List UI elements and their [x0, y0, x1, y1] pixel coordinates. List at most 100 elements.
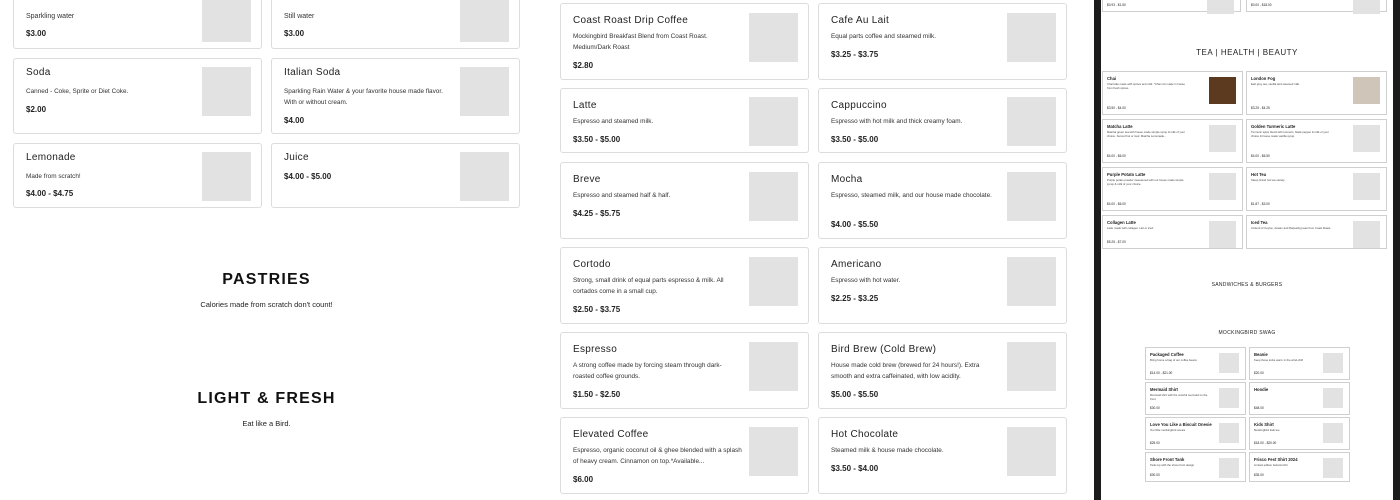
- preview-card-packaged-coffee[interactable]: Packaged Coffee Bring home a bag of our …: [1145, 347, 1246, 380]
- menu-card-cappuccino[interactable]: Cappuccino Espresso with hot milk and th…: [818, 88, 1067, 153]
- preview-card-shore-front-tank[interactable]: Shore Front Tank Tank top with the shore…: [1145, 452, 1246, 482]
- menu-card-juice[interactable]: Juice $4.00 - $5.00: [271, 143, 520, 208]
- menu-card-mocha[interactable]: Mocha Espresso, steamed milk, and our ho…: [818, 162, 1067, 239]
- preview-thumbnail: [1219, 458, 1239, 478]
- preview-thumbnail: [1353, 0, 1380, 14]
- item-title: Bird Brew (Cold Brew): [831, 344, 937, 355]
- section-subtitle-light-fresh: Eat like a Bird.: [242, 419, 291, 428]
- item-description: Espresso and steamed half & half.: [573, 192, 671, 199]
- section-title-light-fresh: LIGHT & FRESH: [197, 390, 336, 407]
- preview-heading-swag: MOCKINGBIRD SWAG: [1218, 330, 1276, 336]
- menu-card-americano[interactable]: Americano Espresso with hot water. $2.25…: [818, 247, 1067, 324]
- preview-title: Love You Like a Biscuit Onesie: [1150, 422, 1212, 427]
- preview-card-london-fog[interactable]: London Fog Earl grey tea, vanilla and st…: [1246, 71, 1387, 115]
- item-thumbnail: [749, 342, 798, 391]
- menu-card-elevated-coffee[interactable]: Elevated Coffee Espresso, organic coconu…: [560, 417, 809, 494]
- preview-card-golden-turmeric-latte[interactable]: Golden Turmeric Latte Turmeric spice ble…: [1246, 119, 1387, 163]
- item-price: $4.00 - $5.50: [831, 220, 879, 229]
- item-title: Cappuccino: [831, 100, 887, 111]
- preview-price: $3.25 - $4.25: [1251, 106, 1270, 110]
- item-price: $4.00 - $5.00: [284, 172, 332, 181]
- menu-card-bird-brew[interactable]: Bird Brew (Cold Brew) House made cold br…: [818, 332, 1067, 409]
- menu-card-italian-soda[interactable]: Italian Soda Sparkling Rain Water & your…: [271, 58, 520, 134]
- preview-card[interactable]: $0.00 - $18.00: [1246, 0, 1387, 14]
- preview-title: Packaged Coffee: [1150, 352, 1184, 357]
- item-title: Soda: [26, 67, 51, 78]
- item-price: $4.00: [284, 116, 305, 125]
- preview-title: Iced Tea: [1251, 220, 1268, 225]
- preview-price: $4.00 - $6.00: [1107, 154, 1126, 158]
- item-title: Elevated Coffee: [573, 429, 649, 440]
- item-description: House made cold brew (brewed for 24 hour…: [831, 362, 980, 380]
- preview-card-collagen-latte[interactable]: Collagen Latte Latte made with collagen.…: [1102, 215, 1243, 249]
- preview-card-onesie[interactable]: Love You Like a Biscuit Onesie Our littl…: [1145, 417, 1246, 450]
- item-price: $2.80: [573, 61, 594, 70]
- preview-card-matcha-latte[interactable]: Matcha Latte Matcha green tea with house…: [1102, 119, 1243, 163]
- item-description: A strong coffee made by forcing steam th…: [573, 362, 722, 380]
- preview-card-purple-potato-latte[interactable]: Purple Potato Latte Purple potato powder…: [1102, 167, 1243, 211]
- item-price: $3.50 - $5.00: [831, 135, 879, 144]
- preview-page: $0.93 - $1.50 $0.00 - $18.00 TEA | HEALT…: [1101, 0, 1393, 500]
- menu-card-coast-roast-drip[interactable]: Coast Roast Drip Coffee Mockingbird Brea…: [560, 3, 809, 80]
- preview-card-iced-tea[interactable]: Iced Tea A blend of Ceylon, Assam and Da…: [1246, 215, 1387, 249]
- menu-card-soda[interactable]: Soda Canned - Coke, Sprite or Diet Coke.…: [13, 58, 262, 134]
- menu-card-cortodo[interactable]: Cortodo Strong, small drink of equal par…: [560, 247, 809, 324]
- item-title: Latte: [573, 100, 597, 111]
- item-title: Cortodo: [573, 259, 611, 270]
- item-title: Sparkling water: [26, 13, 75, 20]
- preview-description: Keep those locks warm in the wind-chill: [1254, 358, 1303, 362]
- preview-title: Beanie: [1254, 352, 1268, 357]
- preview-description: Tank top with the shore front design: [1150, 463, 1195, 467]
- item-title: Cafe Au Lait: [831, 15, 890, 26]
- preview-price: $30.00: [1150, 473, 1160, 477]
- preview-description: Our little mockingbird onesie: [1150, 428, 1186, 432]
- section-subtitle-pastries: Calories made from scratch don't count!: [200, 300, 333, 309]
- preview-thumbnail: [1219, 423, 1239, 443]
- item-price: $2.25 - $3.25: [831, 294, 879, 303]
- menu-card-latte[interactable]: Latte Espresso and steamed milk. $3.50 -…: [560, 88, 809, 153]
- item-thumbnail: [202, 67, 251, 116]
- item-price: $3.50 - $4.00: [831, 464, 879, 473]
- preview-thumbnail: [1323, 458, 1343, 478]
- item-price: $3.00: [284, 29, 305, 38]
- item-price: $1.50 - $2.50: [573, 390, 621, 399]
- preview-card-hoodie[interactable]: Hoodie $48.00: [1249, 382, 1350, 415]
- menu-card-breve[interactable]: Breve Espresso and steamed half & half. …: [560, 162, 809, 239]
- item-title: Still water: [284, 13, 315, 20]
- preview-description: Chai latte made with spices and milk. *C…: [1107, 82, 1185, 91]
- preview-price: $30.00: [1150, 406, 1160, 410]
- cappuccino-photo: [1007, 97, 1056, 146]
- item-price: $4.25 - $5.75: [573, 209, 621, 218]
- item-title: Coast Roast Drip Coffee: [573, 15, 689, 26]
- menu-card-espresso[interactable]: Espresso A strong coffee made by forcing…: [560, 332, 809, 409]
- menu-card-sparkling-water[interactable]: Sparkling water $3.00: [13, 0, 262, 49]
- preview-thumbnail: [1209, 77, 1236, 104]
- item-title: Breve: [573, 174, 601, 185]
- preview-title: Frisco Fest Shirt 2024: [1254, 457, 1298, 462]
- menu-card-still-water[interactable]: Still water $3.00: [271, 0, 520, 49]
- breve-photo: [749, 172, 798, 221]
- preview-description: A blend of Ceylon, Assam and Darjeeling …: [1251, 226, 1332, 230]
- preview-thumbnail: [1353, 125, 1380, 152]
- preview-card-kids-shirt[interactable]: Kids Shirt Mockingbird kids tee $18.00 -…: [1249, 417, 1350, 450]
- preview-card-chai[interactable]: Chai Chai latte made with spices and mil…: [1102, 71, 1243, 115]
- preview-price: $48.00: [1254, 406, 1264, 410]
- item-description: Sparkling Rain Water & your favorite hou…: [284, 88, 443, 106]
- preview-title: Shore Front Tank: [1150, 457, 1185, 462]
- latte-photo: [749, 97, 798, 146]
- preview-title: Golden Turmeric Latte: [1251, 124, 1296, 129]
- preview-heading-sandwiches: SANDWICHES & BURGERS: [1211, 282, 1283, 288]
- preview-card[interactable]: $0.93 - $1.50: [1102, 0, 1241, 14]
- menu-card-cafe-au-lait[interactable]: Cafe Au Lait Equal parts coffee and stea…: [818, 3, 1067, 80]
- preview-price: $20.00: [1254, 371, 1264, 375]
- preview-price: $35.00: [1254, 473, 1264, 477]
- preview-card-hot-tea[interactable]: Hot Tea Steep brand hot tea variety. $1.…: [1246, 167, 1387, 211]
- item-description: Strong, small drink of equal parts espre…: [573, 277, 724, 295]
- preview-card-mermaid-shirt[interactable]: Mermaid Shirt Mermaid shirt with the col…: [1145, 382, 1246, 415]
- preview-title: Purple Potato Latte: [1107, 172, 1146, 177]
- item-title: Lemonade: [26, 152, 76, 163]
- menu-card-hot-chocolate[interactable]: Hot Chocolate Steamed milk & house made …: [818, 417, 1067, 494]
- preview-card-beanie[interactable]: Beanie Keep those locks warm in the wind…: [1249, 347, 1350, 380]
- preview-card-frisco-fest-shirt[interactable]: Frisco Fest Shirt 2024 Limited edition f…: [1249, 452, 1350, 482]
- menu-card-lemonade[interactable]: Lemonade Made from scratch! $4.00 - $4.7…: [13, 143, 262, 208]
